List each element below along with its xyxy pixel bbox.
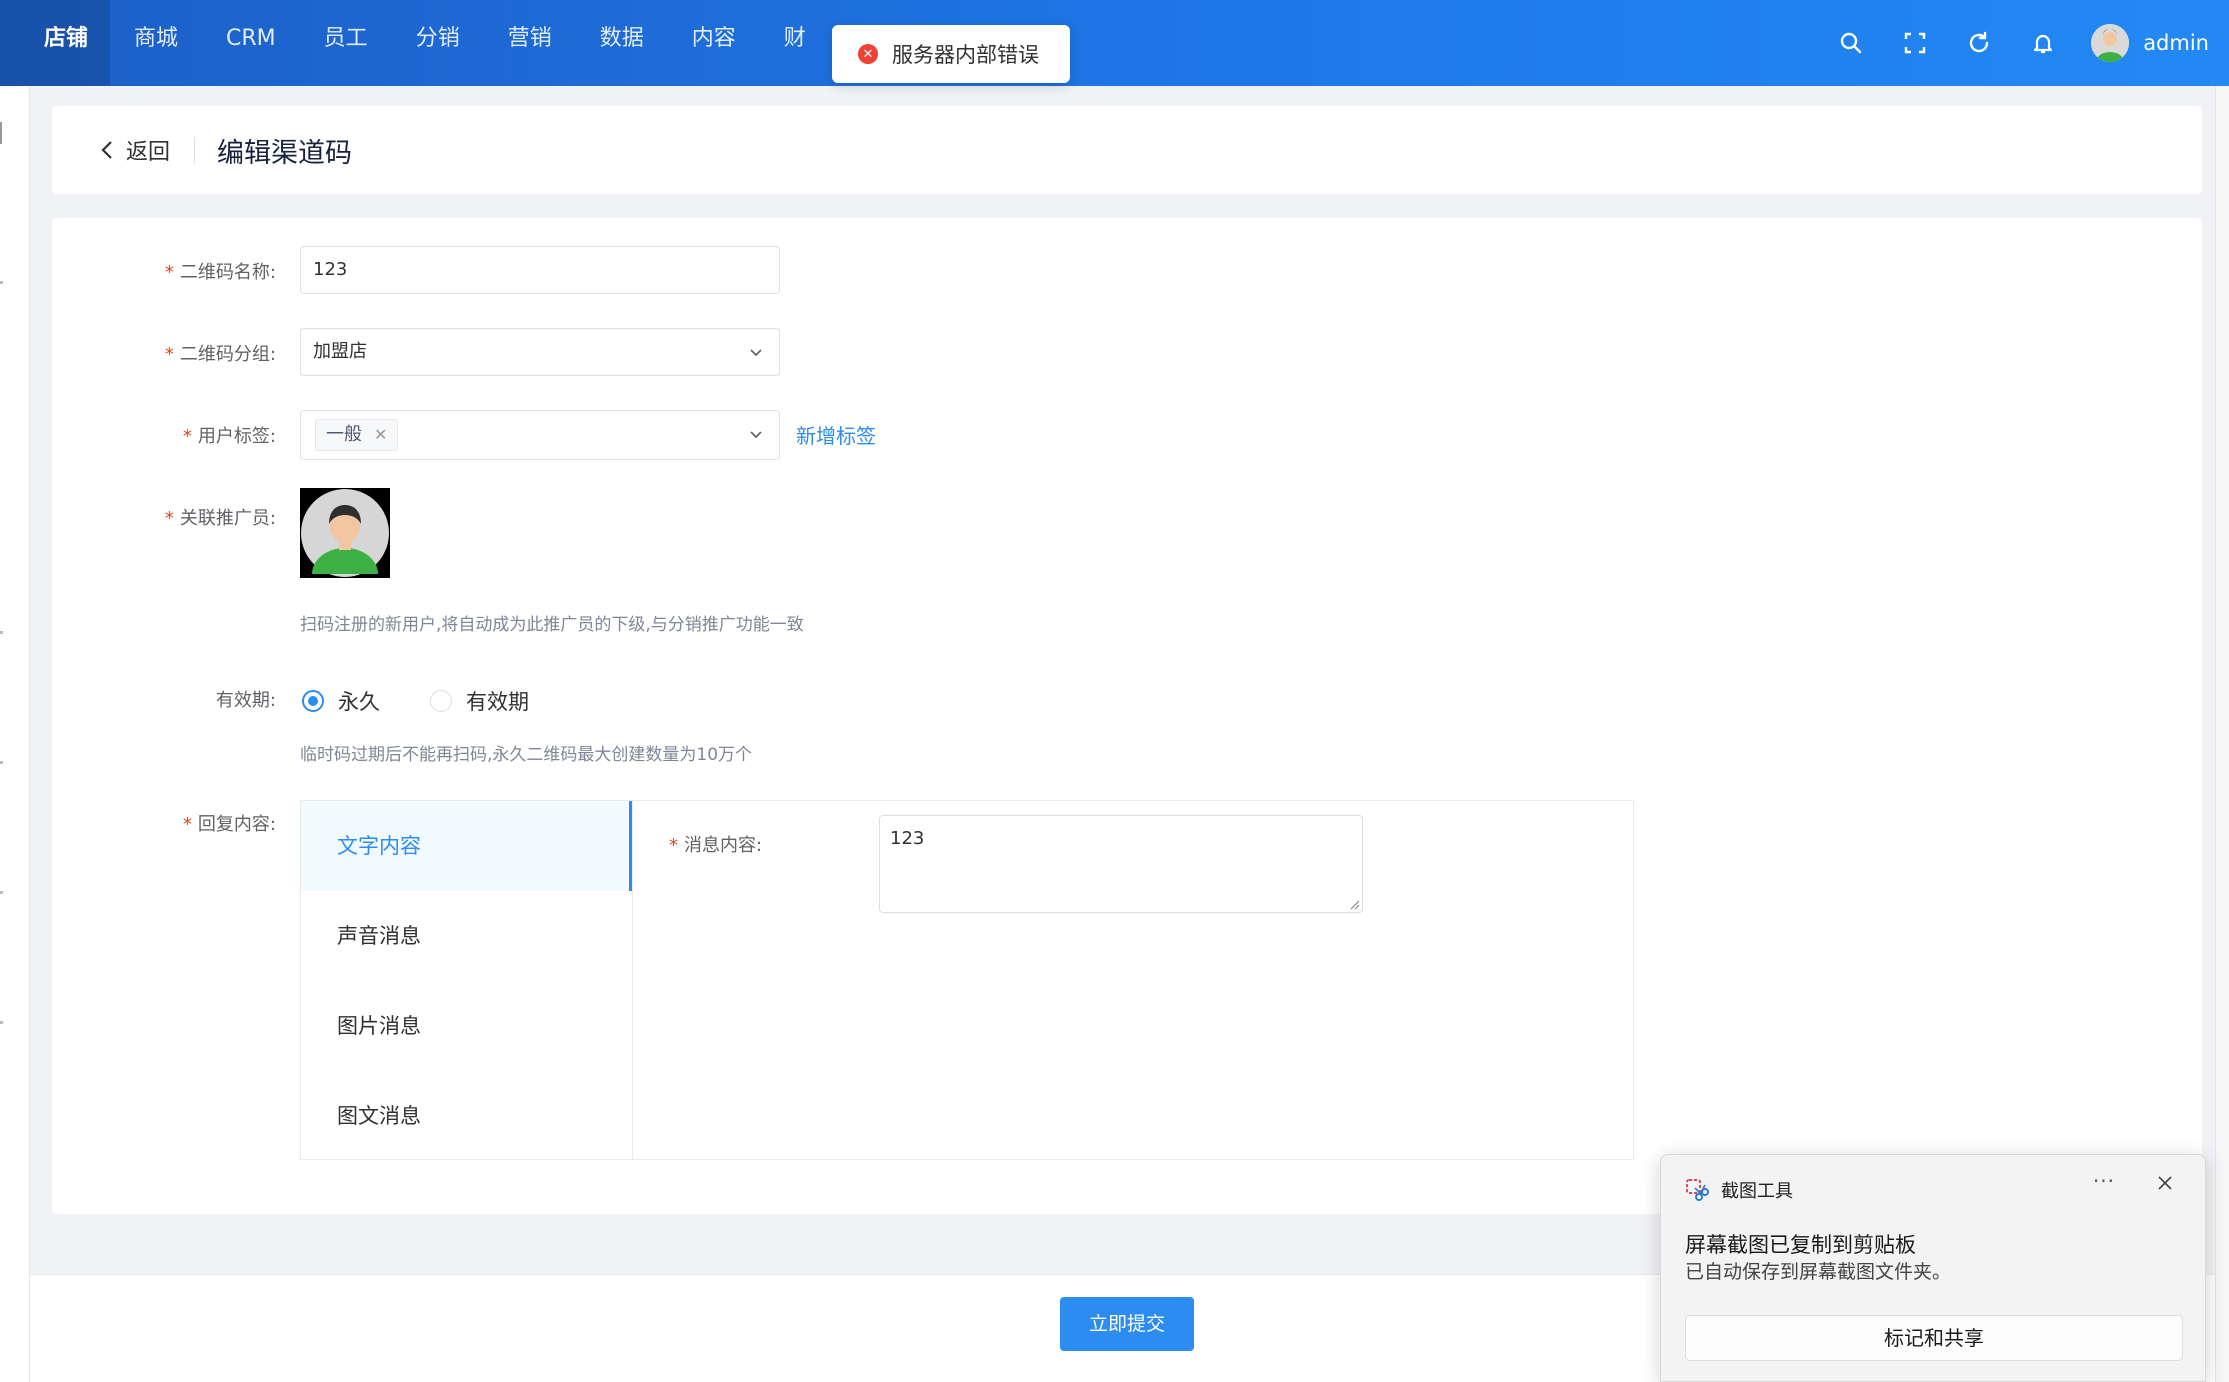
user-tags-label: * 用户标签: — [182, 426, 276, 447]
reply-menu-image[interactable]: 图片消息 — [301, 981, 632, 1071]
page-title: 编辑渠道码 — [217, 137, 353, 169]
promoter-avatar[interactable] — [300, 488, 390, 578]
edit-form: * 二维码名称: 123 * 二维码分组: 加盟店 * 用户标签: 一般 ✕ 新增标签… — [52, 218, 2202, 1214]
reply-menu-news[interactable]: 图文消息 — [301, 1071, 632, 1161]
nav-item-crm[interactable]: CRM — [202, 0, 300, 86]
scissors-icon — [1686, 1179, 1709, 1201]
nav-item-distribution[interactable]: 分销 — [392, 0, 484, 86]
promoter-label-box: * 关联推广员: — [52, 492, 276, 540]
sidebar-dot — [0, 281, 3, 284]
tag-close-icon[interactable]: ✕ — [374, 420, 387, 450]
nav-item-content[interactable]: 内容 — [668, 0, 760, 86]
tag-chip: 一般 ✕ — [315, 419, 399, 451]
top-right-tools: admin — [1819, 0, 2209, 86]
header-divider — [194, 137, 196, 163]
error-icon: ✕ — [858, 44, 878, 64]
message-content-textarea[interactable]: 123 — [879, 815, 1363, 913]
snip-title: 屏幕截图已复制到剪贴板 — [1685, 1233, 1916, 1257]
collapsed-sidebar[interactable] — [0, 86, 30, 1382]
qr-group-label: * 二维码分组: — [164, 344, 276, 365]
nav-item-mall[interactable]: 商城 — [110, 0, 202, 86]
sidebar-dot — [0, 761, 3, 764]
user-tags-label-box: * 用户标签: — [52, 410, 276, 458]
nav-item-finance[interactable]: 财 — [760, 0, 830, 86]
validity-help-text: 临时码过期后不能再扫码,永久二维码最大创建数量为10万个 — [300, 745, 753, 765]
validity-label-box: 有效期: — [52, 674, 276, 722]
reply-content-panel: 文字内容 声音消息 图片消息 图文消息 * 消息内容: 123 — [300, 800, 1634, 1160]
toast-message: 服务器内部错误 — [892, 43, 1039, 67]
sidebar-dot — [0, 1021, 3, 1024]
user-avatar[interactable] — [2091, 24, 2130, 62]
reply-label-box: * 回复内容: — [52, 800, 276, 848]
reply-menu-voice[interactable]: 声音消息 — [301, 891, 632, 981]
search-icon[interactable] — [1831, 23, 1871, 63]
validity-period-radio[interactable]: 有效期 — [430, 686, 529, 716]
add-tag-link[interactable]: 新增标签 — [796, 420, 876, 449]
nav-item-data[interactable]: 数据 — [576, 0, 668, 86]
qr-group-select[interactable]: 加盟店 — [300, 328, 780, 376]
nav-item-staff[interactable]: 员工 — [300, 0, 392, 86]
back-button[interactable]: 返回 — [100, 134, 170, 166]
reply-label: * 回复内容: — [182, 814, 276, 835]
reply-menu-text[interactable]: 文字内容 — [301, 801, 632, 891]
chevron-left-icon — [101, 141, 112, 159]
qr-name-label: * 二维码名称: — [164, 262, 276, 283]
tag-label: 一般 — [326, 424, 362, 445]
qr-name-label-box: * 二维码名称: — [52, 246, 276, 294]
top-nav-menu: 店铺 商城 CRM 员工 分销 营销 数据 内容 财 — [0, 0, 830, 86]
username-label[interactable]: admin — [2143, 31, 2209, 55]
snip-header: 截图工具 — [1685, 1177, 1793, 1203]
radio-circle — [430, 690, 452, 712]
sidebar-marker — [0, 122, 2, 144]
fullscreen-icon[interactable] — [1895, 23, 1935, 63]
sidebar-dot — [0, 631, 3, 634]
refresh-icon[interactable] — [1959, 23, 1999, 63]
radio-label: 永久 — [338, 690, 380, 714]
nav-item-marketing[interactable]: 营销 — [484, 0, 576, 86]
message-content-label: * 消息内容: — [669, 835, 763, 856]
radio-circle — [302, 690, 324, 712]
top-navigation-bar: 店铺 商城 CRM 员工 分销 营销 数据 内容 财 admin — [0, 0, 2229, 86]
chevron-down-icon — [750, 431, 762, 439]
qr-group-label-box: * 二维码分组: — [52, 328, 276, 376]
message-content-value: 123 — [890, 828, 925, 849]
promoter-label: * 关联推广员: — [164, 508, 276, 529]
promoter-help-text: 扫码注册的新用户,将自动成为此推广员的下级,与分销推广功能一致 — [300, 615, 804, 635]
close-icon[interactable] — [2157, 1175, 2173, 1195]
page-header: 返回 编辑渠道码 — [52, 106, 2202, 194]
snip-app-name: 截图工具 — [1721, 1181, 1793, 1202]
more-options-icon[interactable]: ··· — [2093, 1169, 2115, 1193]
snip-notification: 截图工具 ··· 屏幕截图已复制到剪贴板 已自动保存到屏幕截图文件夹。 标记和共… — [1660, 1154, 2206, 1382]
error-toast: ✕ 服务器内部错误 — [832, 25, 1070, 83]
validity-permanent-radio[interactable]: 永久 — [302, 686, 380, 716]
sidebar-dot — [0, 891, 3, 894]
nav-item-store[interactable]: 店铺 — [0, 0, 111, 86]
validity-label: 有效期: — [215, 690, 276, 711]
chevron-down-icon — [750, 349, 762, 357]
back-label: 返回 — [126, 140, 171, 165]
resize-grip-icon[interactable] — [1348, 898, 1360, 910]
page-scrollbar[interactable] — [2215, 86, 2229, 1382]
mark-and-share-button[interactable]: 标记和共享 — [1685, 1315, 2183, 1361]
reply-type-menu: 文字内容 声音消息 图片消息 图文消息 — [301, 801, 633, 1159]
radio-label: 有效期 — [466, 690, 529, 714]
qr-name-input[interactable]: 123 — [300, 246, 780, 294]
bell-icon[interactable] — [2023, 23, 2063, 63]
user-tags-select[interactable]: 一般 ✕ — [300, 410, 780, 460]
submit-button[interactable]: 立即提交 — [1060, 1297, 1194, 1351]
qr-group-value: 加盟店 — [313, 341, 367, 362]
snip-subtitle: 已自动保存到屏幕截图文件夹。 — [1685, 1261, 1952, 1283]
